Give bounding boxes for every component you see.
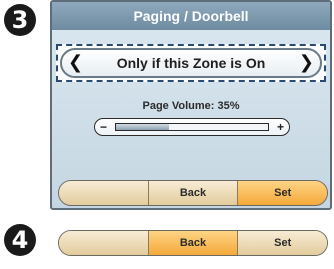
step4-back-button[interactable]: Back [147, 231, 238, 255]
page-volume-label: Page Volume: 35% [142, 100, 240, 112]
volume-fill [116, 124, 170, 130]
chevron-right-icon[interactable]: ❯ [299, 54, 314, 72]
volume-minus-button[interactable]: − [100, 119, 107, 135]
step4-button-bar: Back Set [58, 230, 328, 256]
volume-track[interactable] [115, 123, 269, 131]
blank-button[interactable] [59, 181, 148, 205]
device-screen: Paging / Doorbell ❮ Only if this Zone is… [50, 0, 332, 210]
step-4-badge: 4 [4, 224, 36, 256]
step4-set-button[interactable]: Set [237, 231, 327, 255]
set-button[interactable]: Set [237, 181, 327, 205]
selector-pill: ❮ Only if this Zone is On ❯ [60, 48, 322, 78]
volume-slider[interactable]: − + [94, 118, 290, 136]
selector-value: Only if this Zone is On [116, 55, 266, 71]
volume-plus-button[interactable]: + [277, 119, 284, 135]
step-3-badge: 3 [4, 4, 36, 36]
back-button[interactable]: Back [147, 181, 238, 205]
zone-option-selector: ❮ Only if this Zone is On ❯ [56, 44, 326, 82]
screen-button-bar: Back Set [58, 180, 328, 206]
chevron-left-icon[interactable]: ❮ [68, 54, 83, 72]
screen-title: Paging / Doorbell [52, 2, 330, 30]
step4-blank-button[interactable] [59, 231, 148, 255]
